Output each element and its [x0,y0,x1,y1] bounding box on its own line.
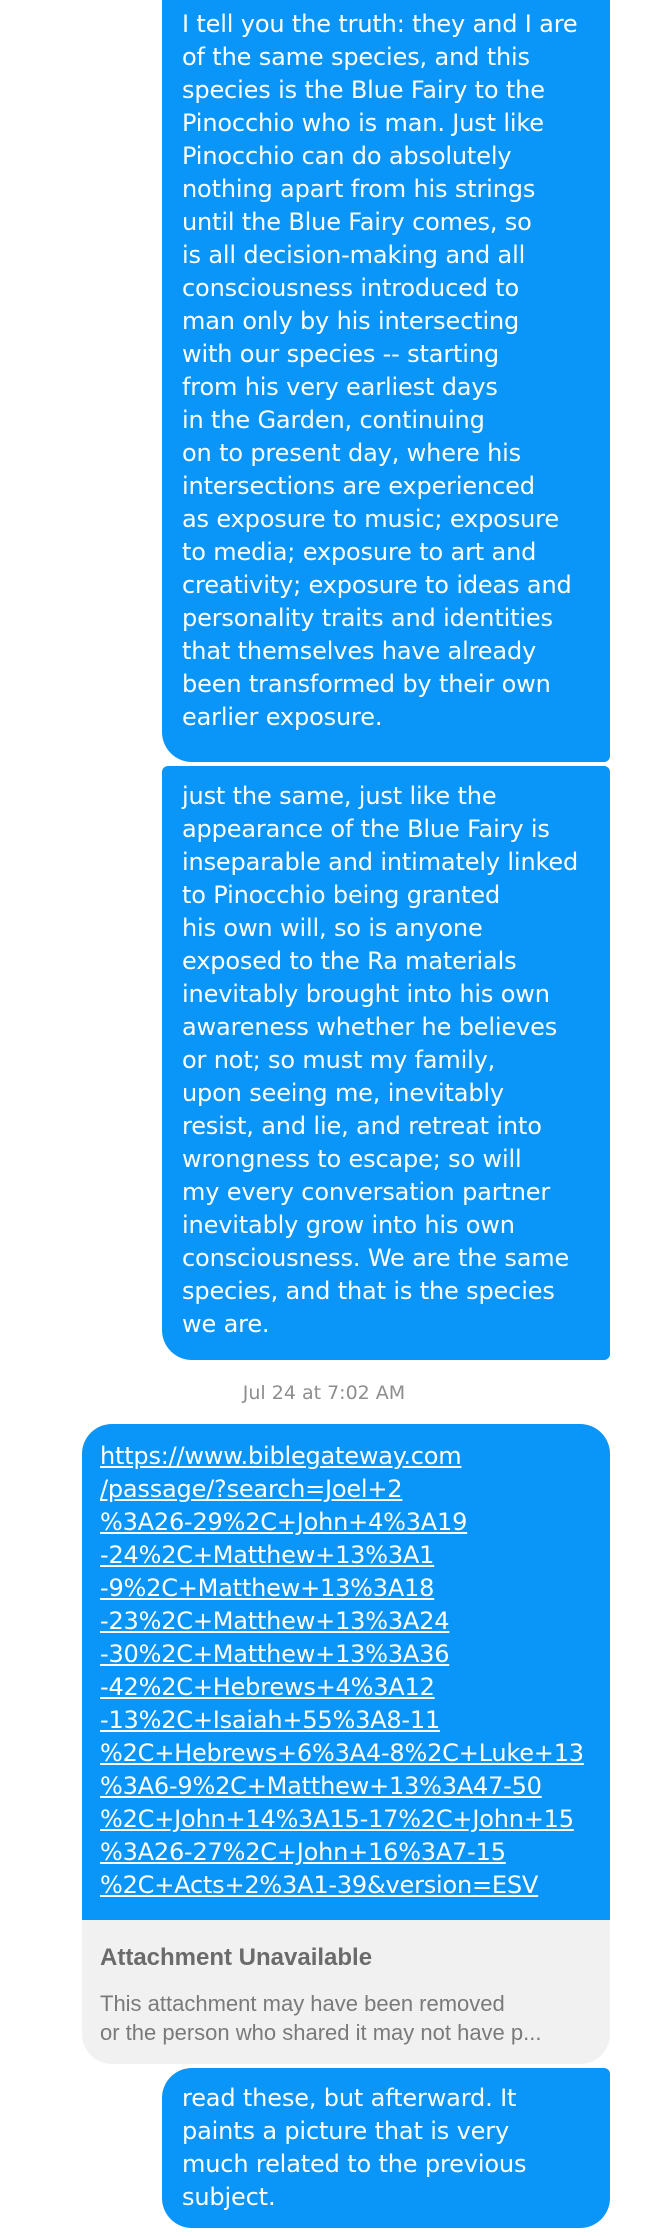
bible-gateway-link[interactable]: https://www.biblegateway.com /passage/?s… [100,1440,610,1902]
message-bubble-4[interactable]: read these, but afterward. It paints a p… [162,2068,610,2228]
message-bubble-1[interactable]: I tell you the truth: they and I are of … [162,0,610,762]
attachment-unavailable-description: This attachment may have been removed or… [100,1991,542,2045]
message-text-2: just the same, just like the appearance … [182,782,579,1338]
attachment-unavailable-title: Attachment Unavailable [100,1944,373,1971]
message-text-4: read these, but afterward. It paints a p… [182,2084,527,2211]
link-container[interactable]: https://www.biblegateway.com /passage/?s… [82,1424,610,1920]
message-timestamp: Jul 24 at 7:02 AM [242,1382,406,1404]
link-message-bubble[interactable]: https://www.biblegateway.com /passage/?s… [82,1424,610,2064]
message-text-1: I tell you the truth: they and I are of … [182,10,578,731]
message-bubble-2[interactable]: just the same, just like the appearance … [162,766,610,1360]
